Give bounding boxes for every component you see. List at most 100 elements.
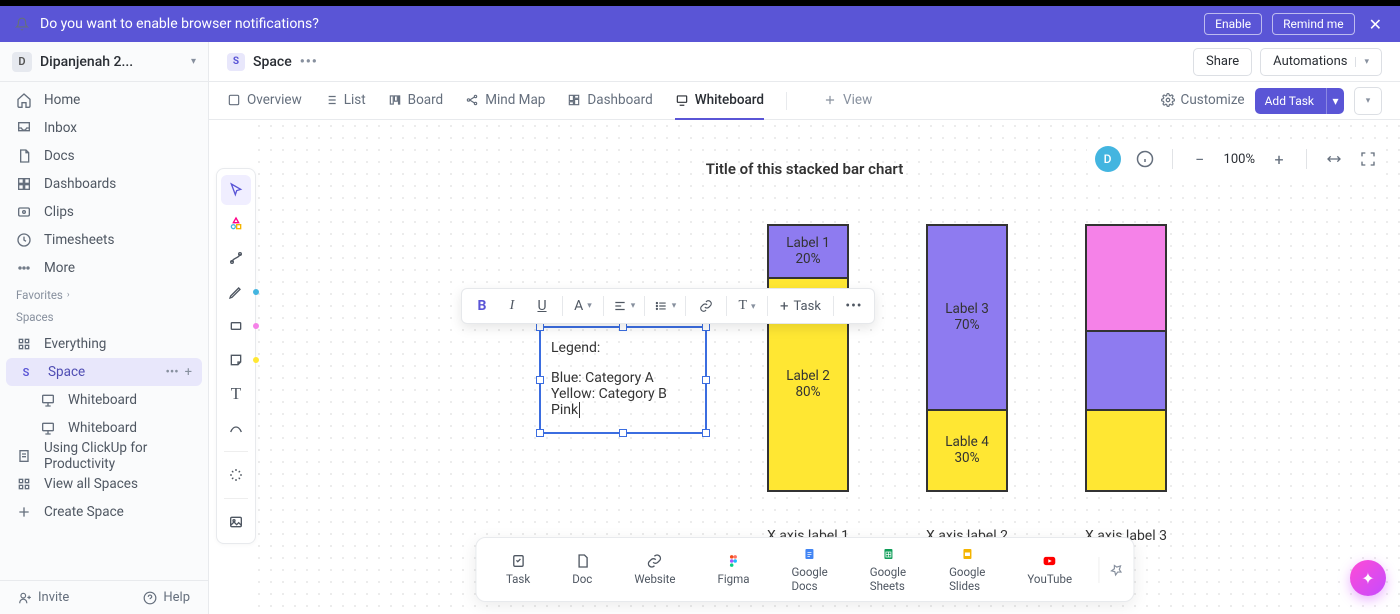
remind-me-button[interactable]: Remind me xyxy=(1272,13,1354,35)
legend-text-box[interactable]: Legend: Blue: Category A Yellow: Categor… xyxy=(539,326,707,434)
help-button[interactable]: Help xyxy=(143,590,190,605)
tab-whiteboard[interactable]: Whiteboard xyxy=(675,82,764,120)
italic-button[interactable]: I xyxy=(498,292,526,320)
sidebar-item-view-all-spaces[interactable]: View all Spaces xyxy=(6,470,202,498)
sidebar-item-docs[interactable]: Docs xyxy=(6,142,202,170)
chevron-down-icon[interactable]: ▾ xyxy=(1326,88,1344,114)
link-button[interactable] xyxy=(692,292,720,320)
font-button[interactable]: A xyxy=(569,292,597,320)
invite-button[interactable]: Invite xyxy=(18,590,69,605)
sidebar-item-whiteboard[interactable]: Whiteboard xyxy=(6,414,202,442)
favorites-section[interactable]: Favorites › xyxy=(0,282,208,304)
insert-website[interactable]: Website xyxy=(614,551,695,588)
plus-icon[interactable]: + xyxy=(185,365,192,380)
bar-segment[interactable]: Label 370% xyxy=(928,226,1006,411)
sidebar-item-inbox[interactable]: Inbox xyxy=(6,114,202,142)
resize-handle[interactable] xyxy=(619,429,627,437)
task-icon xyxy=(510,553,526,569)
sidebar-item-home[interactable]: Home xyxy=(6,86,202,114)
tab-more-button[interactable]: ▾ xyxy=(1354,87,1382,115)
stacked-bar[interactable]: Label 370%Lable 430% xyxy=(926,224,1008,492)
insert-google-docs[interactable]: Google Docs xyxy=(771,544,847,595)
insert-google-sheets[interactable]: Google Sheets xyxy=(850,544,927,595)
breadcrumb-space[interactable]: Space xyxy=(253,54,292,70)
text-size-button[interactable]: T xyxy=(733,292,761,320)
pen-tool[interactable] xyxy=(221,277,251,307)
chart-title[interactable]: Title of this stacked bar chart xyxy=(706,160,903,178)
whiteboard-canvas[interactable]: D − 100% + xyxy=(209,120,1400,614)
info-icon[interactable] xyxy=(1135,149,1155,169)
tab-dashboard[interactable]: Dashboard xyxy=(567,82,652,120)
sidebar-item-space[interactable]: SSpace•••+ xyxy=(6,358,202,386)
insert-doc[interactable]: Doc xyxy=(552,551,612,588)
insert-google-slides[interactable]: Google Slides xyxy=(929,544,1005,595)
more-icon[interactable]: ••• xyxy=(300,54,318,70)
resize-handle[interactable] xyxy=(536,323,544,331)
connector-tool[interactable] xyxy=(221,243,251,273)
rectangle-tool[interactable] xyxy=(221,311,251,341)
tab-overview[interactable]: Overview xyxy=(227,82,302,120)
automations-button[interactable]: Automations ▾ xyxy=(1260,48,1382,76)
resize-handle[interactable] xyxy=(702,429,710,437)
underline-button[interactable]: U xyxy=(528,292,556,320)
sidebar-item-everything[interactable]: Everything xyxy=(6,330,202,358)
bar-segment[interactable]: Lable 430% xyxy=(928,411,1006,490)
tab-list[interactable]: List xyxy=(324,82,366,120)
insert-figma[interactable]: Figma xyxy=(698,551,770,588)
more-icon[interactable]: ••• xyxy=(840,292,868,320)
fit-width-icon[interactable] xyxy=(1324,149,1344,169)
add-task-inline[interactable]: + Task xyxy=(774,292,827,320)
sidebar-item-whiteboard[interactable]: Whiteboard xyxy=(6,386,202,414)
tab-view[interactable]: View xyxy=(823,82,872,120)
sidebar-item-clips[interactable]: Clips xyxy=(6,198,202,226)
more-icon[interactable]: ••• xyxy=(165,365,178,380)
bar-segment[interactable] xyxy=(1087,226,1165,332)
zoom-out-button[interactable]: − xyxy=(1190,149,1210,169)
zoom-in-button[interactable]: + xyxy=(1269,149,1289,169)
add-task-button[interactable]: Add Task ▾ xyxy=(1255,88,1344,114)
customize-button[interactable]: Customize xyxy=(1161,82,1245,120)
resize-handle[interactable] xyxy=(536,429,544,437)
share-button[interactable]: Share xyxy=(1193,48,1252,76)
sticky-note-tool[interactable] xyxy=(221,345,251,375)
workspace-switcher[interactable]: D Dipanjenah 2... ▾ xyxy=(0,42,208,82)
stacked-bar[interactable] xyxy=(1085,224,1167,492)
tab-board[interactable]: Board xyxy=(388,82,444,120)
pin-icon[interactable] xyxy=(1098,557,1123,583)
sidebar-item-dashboards[interactable]: Dashboards xyxy=(6,170,202,198)
sidebar-item-more[interactable]: More xyxy=(6,254,202,282)
bold-button[interactable]: B xyxy=(468,292,496,320)
pointer-tool[interactable] xyxy=(221,175,251,205)
sidebar-item-timesheets[interactable]: Timesheets xyxy=(6,226,202,254)
text-tool[interactable]: T xyxy=(221,379,251,409)
workspace-avatar: D xyxy=(12,52,32,72)
resize-handle[interactable] xyxy=(619,323,627,331)
ai-fab-button[interactable]: ✦ xyxy=(1350,560,1386,596)
align-button[interactable] xyxy=(610,292,638,320)
insert-task[interactable]: Task xyxy=(486,551,550,588)
resize-handle[interactable] xyxy=(536,376,544,384)
tab-mind-map[interactable]: Mind Map xyxy=(465,82,545,120)
list-button[interactable] xyxy=(651,292,679,320)
bar-segment[interactable] xyxy=(1087,332,1165,411)
line-tool[interactable] xyxy=(221,413,251,443)
zoom-level[interactable]: 100% xyxy=(1224,152,1255,167)
shapes-tool[interactable] xyxy=(221,209,251,239)
stacked-bar[interactable]: Label 120%Label 280% xyxy=(767,224,849,492)
enable-button[interactable]: Enable xyxy=(1204,13,1262,35)
close-icon[interactable]: ✕ xyxy=(1365,15,1386,34)
fullscreen-icon[interactable] xyxy=(1358,149,1378,169)
user-avatar[interactable]: D xyxy=(1095,146,1121,172)
bar-segment[interactable]: Label 120% xyxy=(769,226,847,279)
bar-segment[interactable] xyxy=(1087,411,1165,490)
sidebar-item-create-space[interactable]: Create Space xyxy=(6,498,202,526)
stacked-bar-chart[interactable]: Label 120%Label 280% X axis label 1 Labe… xyxy=(767,224,1167,544)
ai-tool[interactable] xyxy=(221,460,251,490)
gear-icon xyxy=(1161,93,1175,107)
resize-handle[interactable] xyxy=(702,376,710,384)
resize-handle[interactable] xyxy=(702,323,710,331)
chevron-down-icon: ▾ xyxy=(1355,57,1369,67)
insert-youtube[interactable]: YouTube xyxy=(1007,551,1092,588)
sidebar-item-using-clickup-for-productivity[interactable]: Using ClickUp for Productivity xyxy=(6,442,202,470)
image-tool[interactable] xyxy=(221,507,251,537)
